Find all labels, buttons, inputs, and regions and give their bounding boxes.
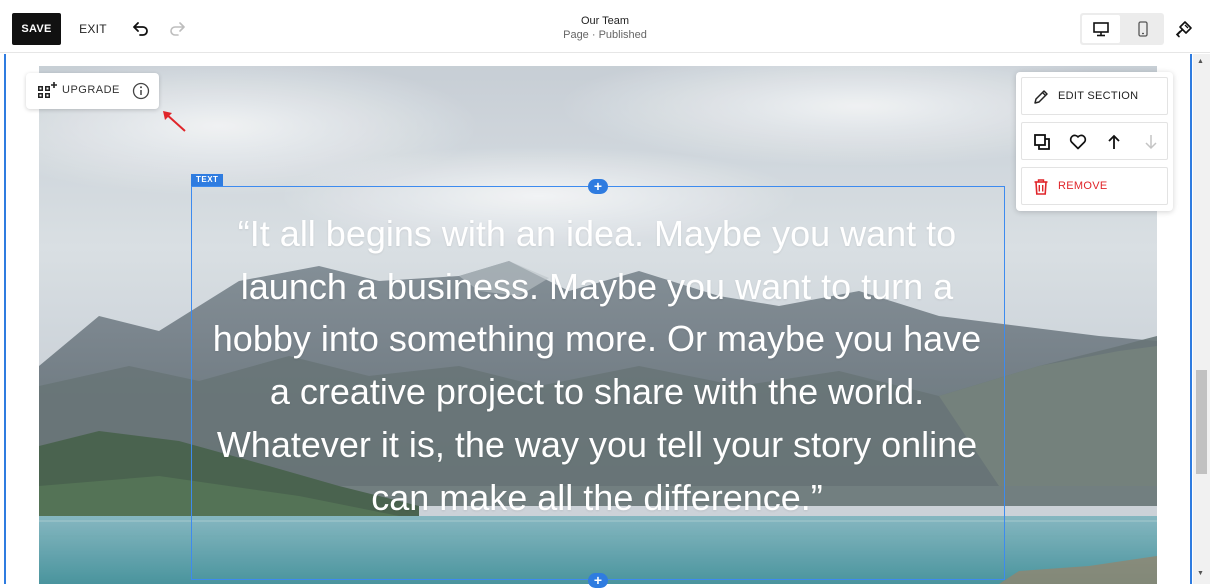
add-block-bottom-button[interactable]: + — [588, 573, 608, 588]
remove-section-button[interactable]: REMOVE — [1021, 167, 1168, 205]
redo-icon[interactable] — [164, 17, 190, 41]
upgrade-label: UPGRADE — [62, 84, 120, 96]
arrow-up-icon[interactable] — [1104, 132, 1124, 152]
section-left-guide — [4, 54, 6, 584]
scrollbar-thumb[interactable] — [1196, 370, 1207, 474]
upgrade-button[interactable]: UPGRADE — [26, 73, 159, 109]
desktop-view-button[interactable] — [1082, 15, 1120, 43]
section-tools-row — [1021, 122, 1168, 160]
mobile-icon — [1138, 21, 1148, 37]
paintbrush-icon[interactable] — [1170, 15, 1198, 43]
text-block-tag: TEXT — [191, 174, 224, 186]
desktop-icon — [1093, 21, 1109, 36]
exit-button[interactable]: EXIT — [72, 13, 114, 45]
quote-text[interactable]: “It all begins with an idea. Maybe you w… — [199, 208, 995, 524]
annotation-arrow-icon — [163, 111, 186, 132]
view-toggle — [1080, 13, 1164, 45]
save-button[interactable]: SAVE — [12, 13, 61, 45]
scroll-down-arrow-icon[interactable]: ▼ — [1197, 570, 1204, 578]
edit-section-button[interactable]: EDIT SECTION — [1021, 77, 1168, 115]
mobile-view-button[interactable] — [1124, 15, 1162, 43]
page-status: Page · Published — [563, 29, 647, 41]
arrow-down-icon[interactable] — [1141, 132, 1161, 152]
trash-icon — [1034, 179, 1048, 195]
pencil-icon — [1034, 90, 1048, 104]
remove-label: REMOVE — [1058, 180, 1108, 192]
add-block-top-button[interactable]: + — [588, 179, 608, 194]
edit-section-label: EDIT SECTION — [1058, 90, 1139, 102]
apps-plus-icon — [38, 82, 57, 98]
editor-toolbar: SAVE EXIT Our Team Page · Published — [0, 0, 1210, 53]
page-title: Our Team — [580, 15, 630, 27]
undo-icon[interactable] — [128, 17, 154, 41]
duplicate-icon[interactable] — [1032, 132, 1052, 152]
section-right-guide — [1190, 54, 1192, 584]
info-icon[interactable] — [132, 82, 150, 100]
section-actions-panel: EDIT SECTION REMOVE — [1016, 72, 1173, 211]
scroll-up-arrow-icon[interactable]: ▲ — [1197, 58, 1204, 66]
heart-icon[interactable] — [1068, 132, 1088, 152]
scrollbar[interactable]: ▲ ▼ — [1193, 54, 1210, 584]
